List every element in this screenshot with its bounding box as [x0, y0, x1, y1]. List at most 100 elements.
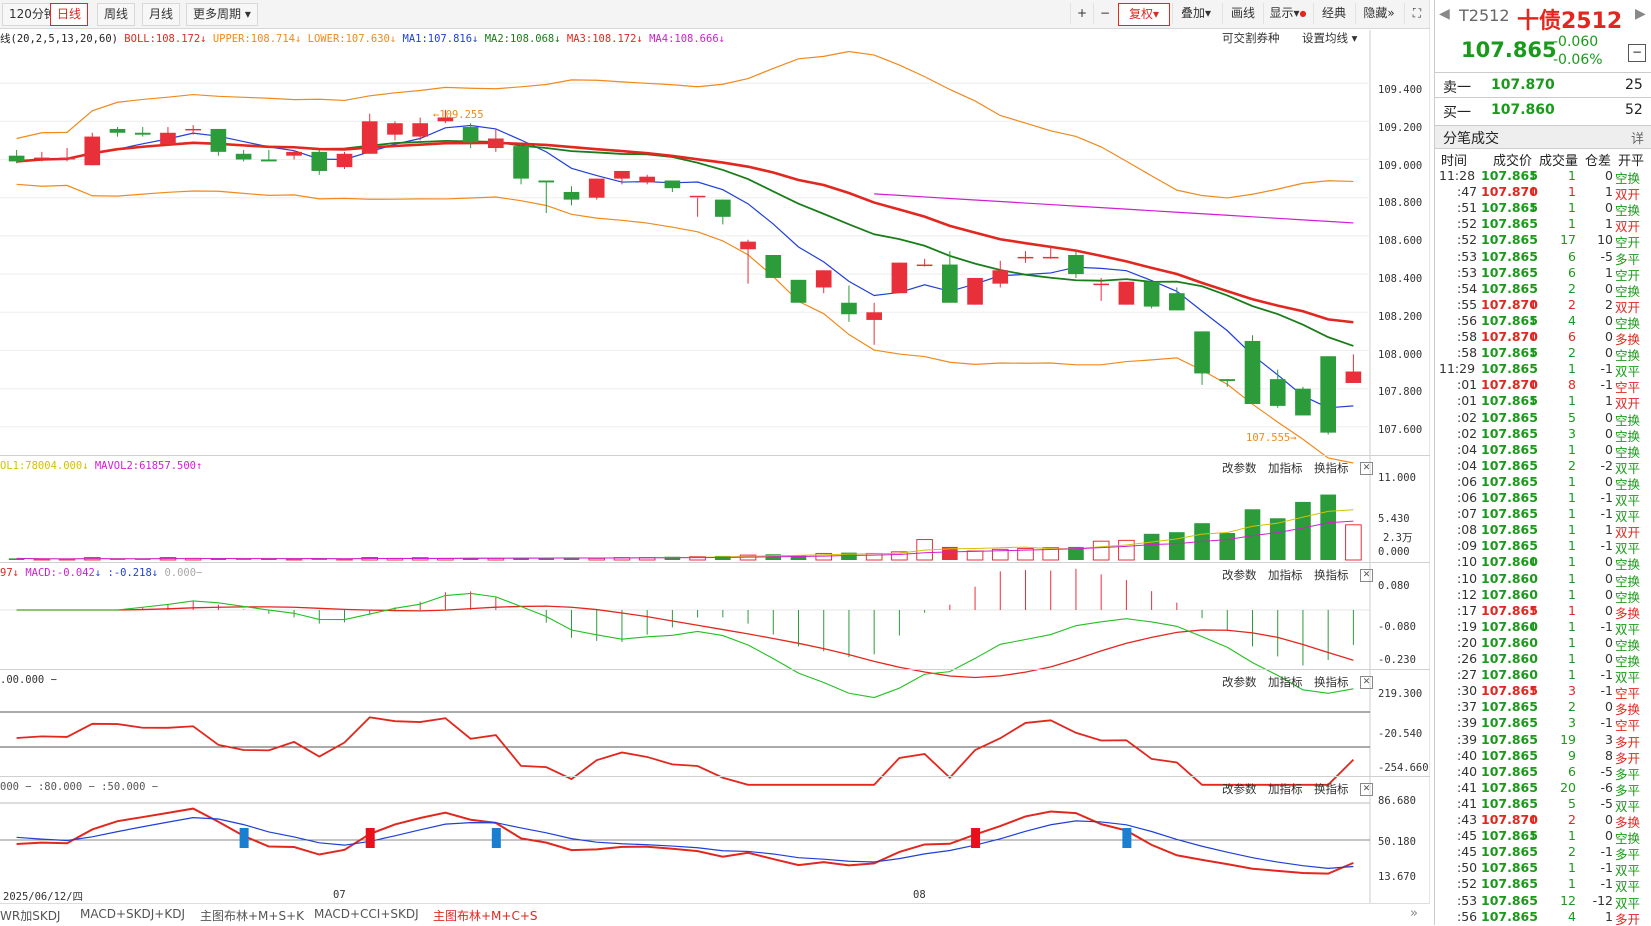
volume-bar [1118, 539, 1135, 561]
trade-time: :53 [1457, 264, 1478, 280]
trade-row: :17 107.865 ↑ 1 0 多换 [1435, 602, 1651, 621]
trade-time: :53 [1457, 892, 1478, 908]
trade-volume: 1 [1568, 473, 1576, 489]
trade-time: :56 [1457, 312, 1478, 328]
trade-oi-change: 0 [1605, 168, 1613, 183]
add-indicator-button[interactable]: 加指标 [1268, 460, 1303, 476]
trade-volume: 2 [1568, 844, 1576, 860]
trades-list[interactable]: 11:28 107.865 ↓ 1 0 空换:47 107.870 ↑ 1 1 双开:51 107.8… [1435, 168, 1651, 925]
candle-body [1118, 281, 1135, 305]
add-indicator-button[interactable]: 加指标 [1268, 674, 1303, 690]
trade-row: :53 107.865 6 1 空开 [1435, 264, 1651, 283]
sell1-price: 107.870 [1491, 77, 1555, 93]
add-indicator-button[interactable]: 加指标 [1268, 781, 1303, 797]
x-label: 2025/06/12/四 [3, 891, 84, 903]
trade-oi-change: 1 [1605, 264, 1613, 280]
trade-oi-change: -1 [1600, 377, 1613, 393]
change-params-button[interactable]: 改参数 [1222, 567, 1257, 583]
candle-body [513, 146, 529, 179]
macd-dif-line [16, 592, 1354, 699]
candle-body [1093, 283, 1109, 286]
add-indicator-button[interactable]: 加指标 [1268, 567, 1303, 583]
panel-divider [0, 455, 1430, 456]
kline-chart[interactable] [0, 0, 1430, 903]
trade-oi-change: -1 [1600, 361, 1613, 377]
candle-body [866, 312, 882, 320]
double-chevron-right-icon[interactable]: » [1410, 906, 1418, 921]
close-icon[interactable]: ✕ [1360, 783, 1373, 796]
trade-row: :41 107.865 20 -6 多平 [1435, 780, 1651, 798]
trade-row: :56 107.865 4 1 多开 [1435, 909, 1651, 925]
trade-time: :02 [1457, 409, 1478, 425]
switch-indicator-button[interactable]: 换指标 [1314, 460, 1349, 476]
trade-arrow-icon: ↑ [1528, 602, 1539, 618]
trade-volume: 6 [1568, 329, 1576, 344]
trade-volume: 1 [1568, 168, 1576, 183]
trade-arrow-icon: ↑ [1528, 683, 1539, 699]
collapse-icon[interactable]: − [1628, 44, 1646, 62]
trade-row: :40 107.865 6 -5 多平 [1435, 764, 1651, 782]
tab-macd-skdj-kdj[interactable]: MACD+SKDJ+KDJ [80, 907, 185, 921]
trade-volume: 1 [1568, 216, 1576, 232]
change-params-button[interactable]: 改参数 [1222, 781, 1257, 797]
trade-volume: 1 [1568, 361, 1576, 377]
trade-oi-change: -5 [1600, 248, 1613, 264]
trade-row: :07 107.865 1 -1 双平 [1435, 506, 1651, 524]
next-contract-icon[interactable]: ▶ [1635, 6, 1646, 22]
change-params-button[interactable]: 改参数 [1222, 674, 1257, 690]
switch-indicator-button[interactable]: 换指标 [1314, 674, 1349, 690]
trade-time: :39 [1457, 715, 1478, 731]
trade-volume: 1 [1568, 200, 1576, 216]
close-icon[interactable]: ✕ [1360, 462, 1373, 475]
trade-time: :51 [1457, 200, 1478, 216]
trade-volume: 1 [1568, 538, 1576, 554]
change-params-button[interactable]: 改参数 [1222, 460, 1257, 476]
trade-row: :12 107.860 1 0 空换 [1435, 586, 1651, 605]
tab-boll-m-s-k[interactable]: 主图布林+M+S+K [200, 907, 304, 924]
trade-time: :58 [1457, 345, 1478, 361]
kdj-signal-mark [971, 828, 981, 848]
y-tick: 13.670 [1378, 871, 1416, 883]
trade-time: :10 [1457, 554, 1478, 570]
switch-indicator-button[interactable]: 换指标 [1314, 781, 1349, 797]
close-icon[interactable]: ✕ [1360, 676, 1373, 689]
trade-oi-change: 0 [1605, 441, 1613, 457]
trade-price: 107.865 [1481, 361, 1538, 377]
trade-oi-change: 0 [1605, 586, 1613, 602]
tab-boll-m-c-s[interactable]: 主图布林+M+C+S [433, 907, 538, 924]
trade-row: 11:29 107.865 1 -1 双平 [1435, 361, 1651, 379]
trade-row: :52 107.865 1 -1 双平 [1435, 876, 1651, 894]
trade-row: 11:28 107.865 ↓ 1 0 空换 [1435, 168, 1651, 186]
trade-row: :43 107.870 ↑ 2 0 多换 [1435, 812, 1651, 830]
candle-body [84, 136, 101, 166]
trades-detail-button[interactable]: 详 [1631, 128, 1644, 147]
trade-volume: 3 [1568, 683, 1576, 699]
sell1-volume: 25 [1625, 77, 1643, 93]
contract-name: 十债2512 [1517, 9, 1623, 34]
switch-indicator-button[interactable]: 换指标 [1314, 567, 1349, 583]
trade-arrow-icon: ↓ [1528, 200, 1539, 216]
volume-bar [1092, 540, 1110, 561]
prev-contract-icon[interactable]: ◀ [1439, 6, 1450, 22]
trade-price: 107.865 [1481, 844, 1538, 860]
trade-price: 107.865 [1481, 473, 1538, 489]
candle-body [235, 153, 252, 160]
volume-bar [1219, 533, 1236, 560]
tab-macd-cci-skdj[interactable]: MACD+CCI+SKDJ [314, 907, 419, 921]
macd-legend: 97↓ MACD:-0.042↓ :-0.218↓ 0.000− [0, 567, 203, 579]
candle-body [588, 178, 605, 198]
candle-body [1042, 256, 1059, 259]
candle-body [1219, 379, 1236, 382]
buy1-price: 107.860 [1491, 102, 1555, 118]
trade-row: :45 107.865 ↓ 1 0 空换 [1435, 828, 1651, 846]
trade-price: 107.865 [1481, 248, 1538, 264]
trade-oi-change: -1 [1600, 683, 1613, 699]
trade-row: :37 107.865 2 0 多换 [1435, 699, 1651, 717]
cci-line [16, 716, 1355, 786]
trade-volume: 1 [1568, 828, 1576, 844]
close-icon[interactable]: ✕ [1360, 569, 1373, 582]
trade-price: 107.865 [1481, 731, 1538, 747]
tab-wr-skdj[interactable]: WR加SKDJ [0, 907, 60, 924]
trade-time: :08 [1457, 522, 1478, 538]
trade-oi-change: 0 [1605, 812, 1613, 827]
